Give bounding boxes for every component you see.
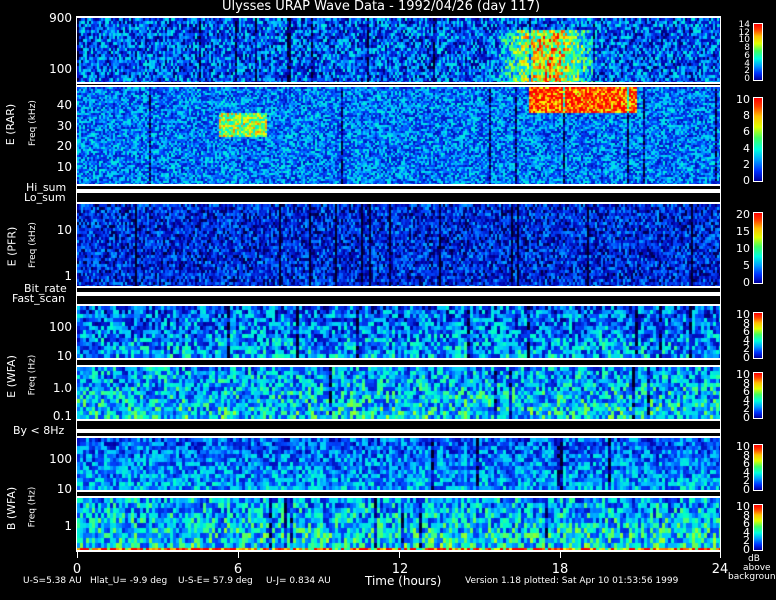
y-axis-line bbox=[76, 16, 77, 552]
ytick-label: 0.1 bbox=[52, 409, 72, 423]
status-bar-bit-rate bbox=[77, 292, 720, 296]
colorbar-tick-label: 20 bbox=[736, 208, 750, 221]
status-label-lo-sum: Lo_sum bbox=[24, 191, 66, 204]
colorbar-tick-label: 0 bbox=[743, 276, 750, 289]
status-label-fast-scan: Fast_scan bbox=[12, 292, 66, 305]
xtick bbox=[399, 552, 400, 558]
colorbar-tick-label: 8 bbox=[743, 109, 750, 123]
footer-version: Version 1.18 plotted: Sat Apr 10 01:53:5… bbox=[465, 576, 679, 586]
spectrogram-rar-high bbox=[77, 16, 720, 84]
colorbar bbox=[753, 212, 763, 284]
footer-uj: U-J= 0.834 AU bbox=[266, 576, 331, 586]
colorbar-tick-label: 10 bbox=[736, 308, 750, 321]
ytick-label: 100 bbox=[49, 320, 72, 334]
colorbar bbox=[753, 23, 763, 81]
ytick-label: 1 bbox=[64, 269, 72, 283]
chart-title: Ulysses URAP Wave Data - 1992/04/26 (day… bbox=[222, 0, 541, 14]
ytick-label: 10 bbox=[56, 482, 72, 496]
xtick bbox=[77, 552, 78, 558]
status-bar-hi-sum bbox=[77, 189, 720, 193]
ytick-label: 30 bbox=[56, 119, 72, 133]
ytick-label: 20 bbox=[56, 139, 72, 153]
xtick-label: 24 bbox=[711, 562, 729, 577]
cbar-unit-background: background bbox=[728, 572, 776, 582]
colorbar-tick-label: 10 bbox=[736, 440, 750, 453]
x-axis-label: Time (hours) bbox=[365, 574, 442, 588]
yunit-b-wfa: Freq (Hz) bbox=[27, 486, 38, 528]
colorbar-tick-label: 0 bbox=[743, 174, 750, 187]
ytick-label: 100 bbox=[49, 452, 72, 466]
status-label-by-8hz: By < 8Hz bbox=[13, 424, 65, 437]
right-axis-line bbox=[720, 16, 721, 552]
xtick bbox=[238, 552, 239, 558]
colorbar-tick-label: 15 bbox=[736, 225, 750, 238]
spectrogram-rar-low bbox=[77, 85, 720, 186]
ylabel-b-wfa: B (WFA) bbox=[5, 486, 19, 531]
colorbar-tick-label: 2 bbox=[743, 157, 750, 171]
ytick-label: 1 bbox=[64, 519, 72, 533]
spectrogram-e-wfa-low bbox=[77, 365, 720, 421]
colorbar bbox=[753, 504, 763, 551]
spectrogram-b-wfa-low bbox=[77, 496, 720, 552]
colorbar-tick-label: 14 bbox=[738, 20, 750, 30]
status-bar-by-8hz bbox=[77, 429, 720, 433]
footer-use: U-S-E= 57.9 deg bbox=[178, 576, 253, 586]
colorbar-tick-label: 4 bbox=[743, 141, 750, 155]
ylabel-e-wfa: E (WFA) bbox=[4, 355, 18, 398]
colorbar-tick-label: 10 bbox=[736, 242, 750, 255]
spectrogram-e-wfa-high bbox=[77, 304, 720, 360]
colorbar-tick-label: 6 bbox=[743, 125, 750, 139]
ytick-label: 100 bbox=[49, 62, 72, 76]
ylabel-rar: E (RAR) bbox=[4, 103, 18, 146]
ytick-label: 10 bbox=[56, 223, 72, 237]
footer-hlat: Hlat_U= -9.9 deg bbox=[90, 576, 168, 586]
spectrogram-pfr bbox=[77, 202, 720, 288]
ytick-label: 10 bbox=[56, 160, 72, 174]
yunit-rar: Freq (kHz) bbox=[27, 100, 38, 146]
spectrogram-b-wfa-high bbox=[77, 436, 720, 492]
yunit-e-wfa: Freq (Hz) bbox=[27, 354, 38, 396]
colorbar bbox=[753, 372, 763, 419]
colorbar-tick-label: 10 bbox=[736, 93, 750, 106]
yunit-pfr: Freq (kHz) bbox=[27, 222, 38, 268]
colorbar-tick-label: 10 bbox=[736, 368, 750, 381]
ytick-label: 40 bbox=[56, 98, 72, 112]
ytick-label: 900 bbox=[49, 11, 72, 25]
xtick bbox=[720, 552, 721, 558]
colorbar bbox=[753, 444, 763, 491]
xtick bbox=[560, 552, 561, 558]
colorbar-tick-label: 10 bbox=[736, 500, 750, 513]
footer-us: U-S=5.38 AU bbox=[23, 576, 82, 586]
colorbar bbox=[753, 97, 763, 182]
ylabel-pfr: E (PFR) bbox=[5, 226, 19, 267]
ytick-label: 10 bbox=[56, 349, 72, 363]
ytick-label: 1.0 bbox=[52, 381, 72, 395]
colorbar-tick-label: 5 bbox=[743, 259, 750, 272]
colorbar bbox=[753, 312, 763, 359]
